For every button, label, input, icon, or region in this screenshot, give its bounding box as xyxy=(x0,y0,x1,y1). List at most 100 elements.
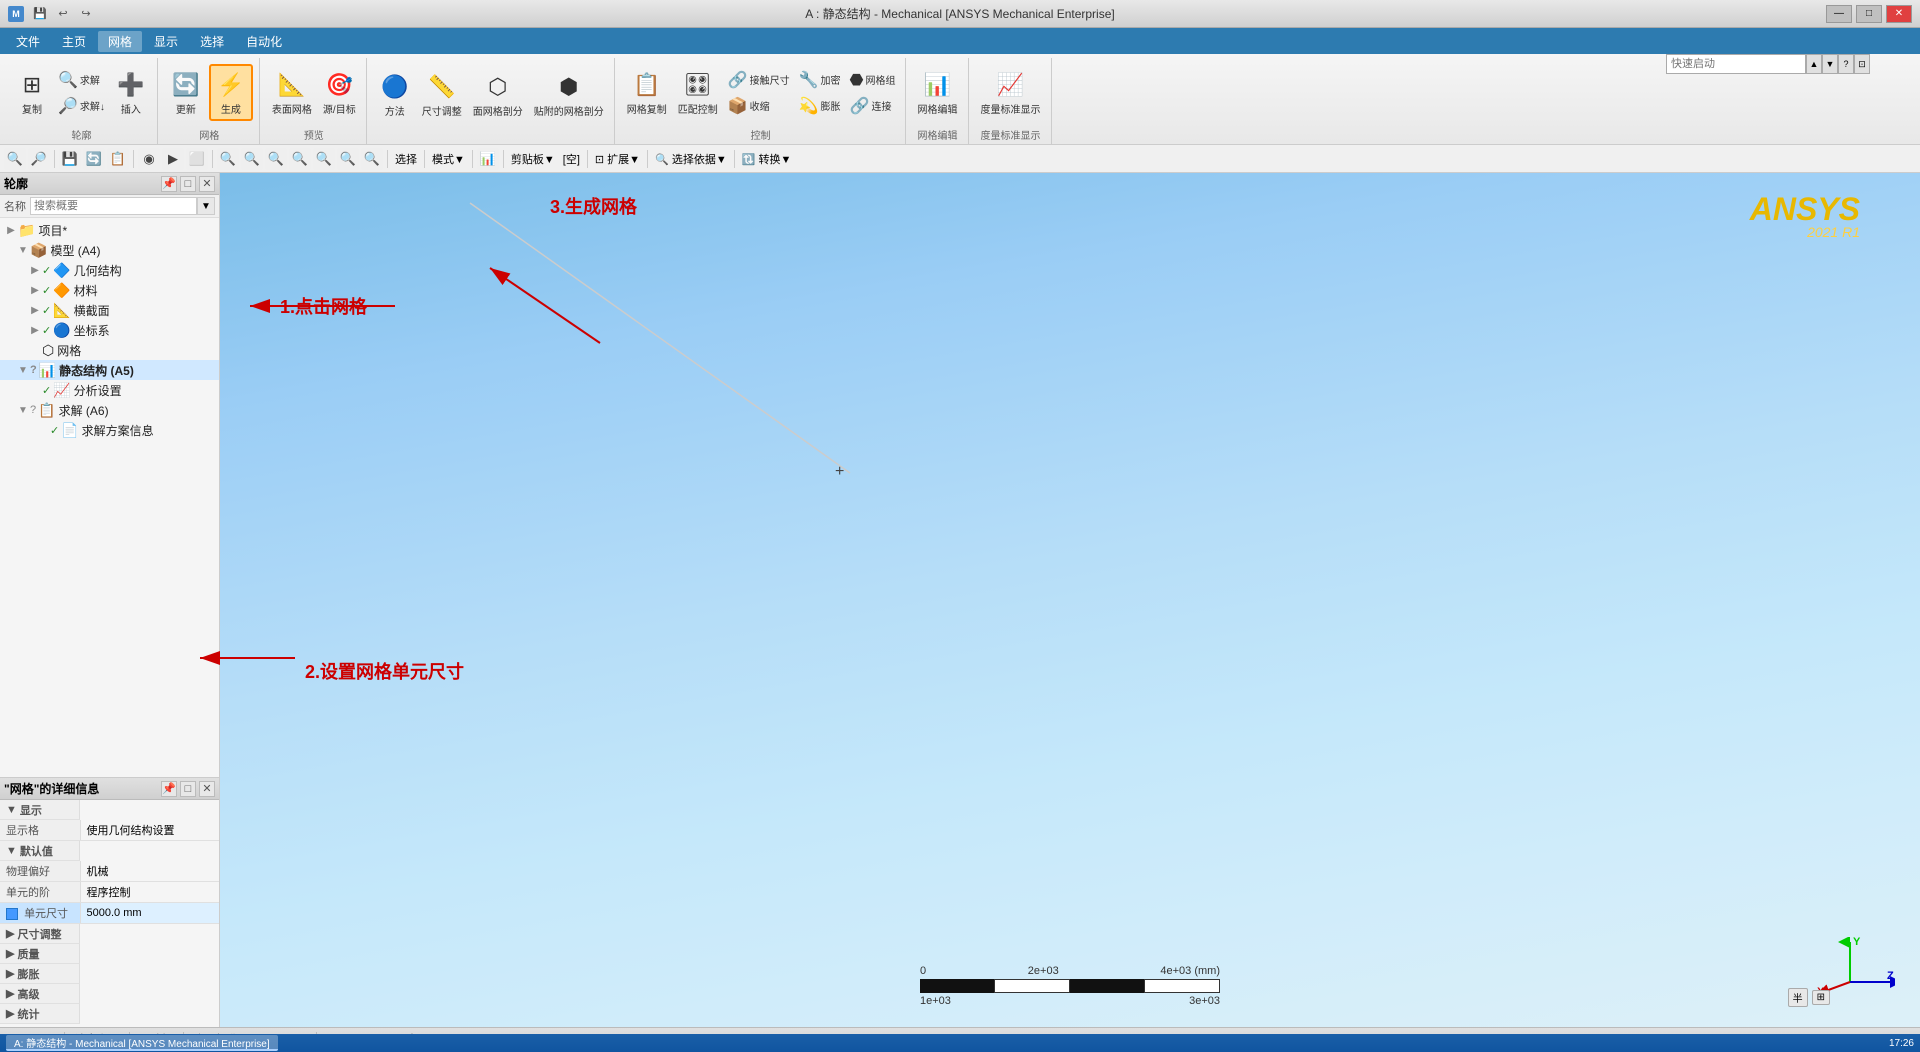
quick-search-up[interactable]: ▲ xyxy=(1806,54,1822,74)
details-minimize-button[interactable]: □ xyxy=(180,781,196,797)
element-size-checkbox[interactable] xyxy=(6,908,18,920)
contact-size-button[interactable]: 🔗 接触尺寸 xyxy=(725,68,793,92)
insert-label: 插入 xyxy=(121,101,141,116)
refresh-button[interactable]: 🔄 xyxy=(83,148,105,170)
connect-button[interactable]: 🔗 连接 xyxy=(847,94,899,118)
section-inflation-expand: ▶ xyxy=(6,967,14,980)
zoom2-button[interactable]: 🔍 xyxy=(241,148,263,170)
section-statistics-header[interactable]: ▶ 统计 xyxy=(0,1004,219,1024)
display-format-value: 使用几何结构设置 xyxy=(80,820,219,841)
menu-select[interactable]: 选择 xyxy=(190,31,234,52)
save-qa-button[interactable]: 💾 xyxy=(30,4,50,24)
copy-button[interactable]: ⊞ 复制 xyxy=(12,66,52,119)
method-button[interactable]: 🔵 方法 xyxy=(375,68,415,121)
tree-node-project[interactable]: ▶ 📁 项目* xyxy=(0,220,219,240)
tree-search-input[interactable] xyxy=(30,197,197,215)
insert-button[interactable]: ➕ 插入 xyxy=(111,66,151,119)
update-button[interactable]: 🔄 更新 xyxy=(166,66,206,119)
menu-home[interactable]: 主页 xyxy=(52,31,96,52)
generate-button[interactable]: ⚡ 生成 xyxy=(209,64,253,121)
tree-node-material[interactable]: ▶ ✓ 🔶 材料 xyxy=(0,280,219,300)
source-target-button[interactable]: 🎯 源/目标 xyxy=(319,66,360,119)
solution-label: 求解 (A6) xyxy=(59,402,109,419)
mesh-edit-button[interactable]: 📊 网格编辑 xyxy=(914,66,962,119)
menu-automation[interactable]: 自动化 xyxy=(236,31,292,52)
zoom5-button[interactable]: 🔍 xyxy=(313,148,335,170)
section-defaults-header[interactable]: ▼ 默认值 xyxy=(0,841,219,862)
refine-button[interactable]: 🔧 加密 xyxy=(796,68,844,92)
menu-file[interactable]: 文件 xyxy=(6,31,50,52)
zoom3-button[interactable]: 🔍 xyxy=(265,148,287,170)
element-size-row[interactable]: 单元尺寸 5000.0 mm xyxy=(0,903,219,924)
nav-expand-button[interactable]: ⊞ xyxy=(1812,990,1830,1005)
face-mesh-button[interactable]: ⬡ 面网格剖分 xyxy=(469,68,527,121)
metrics-button[interactable]: 📈 度量标准显示 xyxy=(977,66,1045,119)
zoom1-button[interactable]: 🔍 xyxy=(217,148,239,170)
details-pin-button[interactable]: 📌 xyxy=(161,781,177,797)
tree-node-analysis[interactable]: ✓ 📈 分析设置 xyxy=(0,380,219,400)
outline-pin-button[interactable]: 📌 xyxy=(161,176,177,192)
section-advanced-header[interactable]: ▶ 高级 xyxy=(0,984,219,1004)
ribbon-group-mesh-edit: 📊 网格编辑 网格编辑 xyxy=(908,58,969,144)
mesh-group-button[interactable]: ⬣ 网格组 xyxy=(847,68,899,92)
mapped-mesh-button[interactable]: ⬢ 贴附的网格剖分 xyxy=(530,68,608,121)
maximize-button[interactable]: □ xyxy=(1856,5,1882,23)
inflation-button[interactable]: 💫 膨胀 xyxy=(796,94,844,118)
clip-button[interactable]: 📋 xyxy=(107,148,129,170)
tree-node-solution-info[interactable]: ✓ 📄 求解方案信息 xyxy=(0,420,219,440)
zoom-button[interactable]: 🔎 xyxy=(28,148,50,170)
solve-button[interactable]: 🔎 求解↓ xyxy=(55,94,108,118)
tree-node-static[interactable]: ▼ ? 📊 静态结构 (A5) xyxy=(0,360,219,380)
surface-mesh-button[interactable]: 📐 表面网格 xyxy=(268,66,316,119)
match-control-button[interactable]: 🎛 匹配控制 xyxy=(674,66,722,119)
ansys-logo-text: ANSYS xyxy=(1750,191,1860,227)
outline-close-button[interactable]: ✕ xyxy=(199,176,215,192)
minimize-button[interactable]: — xyxy=(1826,5,1852,23)
rect-button[interactable]: ⬜ xyxy=(186,148,208,170)
tree-node-mesh[interactable]: ⬡ 网格 xyxy=(0,340,219,360)
help-button[interactable]: ? xyxy=(1838,54,1854,74)
ribbon-group-mesh: 🔄 更新 ⚡ 生成 网格 xyxy=(160,58,260,144)
close-button[interactable]: ✕ xyxy=(1886,5,1912,23)
tree-node-section[interactable]: ▶ ✓ 📐 横截面 xyxy=(0,300,219,320)
quick-search-down[interactable]: ▼ xyxy=(1822,54,1838,74)
section-sizing-header[interactable]: ▶ 尺寸调整 xyxy=(0,924,219,945)
expand-button[interactable]: ⊡ xyxy=(1854,54,1870,74)
zoom4-button[interactable]: 🔍 xyxy=(289,148,311,170)
sizing-button[interactable]: 📏 尺寸调整 xyxy=(418,68,466,121)
tree-node-solution[interactable]: ▼ ? 📋 求解 (A6) xyxy=(0,400,219,420)
zoom6-button[interactable]: 🔍 xyxy=(337,148,359,170)
search-button[interactable]: 🔍 求解 xyxy=(55,68,108,92)
pinch-button[interactable]: 📦 收缩 xyxy=(725,94,793,118)
tree-node-coordinate[interactable]: ▶ ✓ 🔵 坐标系 xyxy=(0,320,219,340)
details-close-button[interactable]: ✕ xyxy=(199,781,215,797)
mesh-group-icon: ⬣ xyxy=(850,70,864,90)
toolbar-sep-2 xyxy=(133,150,134,168)
section-quality-header[interactable]: ▶ 质量 xyxy=(0,944,219,964)
element-size-value[interactable]: 5000.0 mm xyxy=(80,903,219,924)
outline-minimize-button[interactable]: □ xyxy=(180,176,196,192)
zoom-fit-button[interactable]: 🔍 xyxy=(4,148,26,170)
menu-mesh[interactable]: 网格 xyxy=(98,31,142,52)
zoom7-button[interactable]: 🔍 xyxy=(361,148,383,170)
menu-display[interactable]: 显示 xyxy=(144,31,188,52)
circle-button[interactable]: ◉ xyxy=(138,148,160,170)
scale-bar: 0 2e+03 4e+03 (mm) 1e+03 3e+03 xyxy=(920,965,1220,1007)
save-tb-button[interactable]: 💾 xyxy=(59,148,81,170)
tree-node-geometry[interactable]: ▶ ✓ 🔷 几何结构 xyxy=(0,260,219,280)
redo-qa-button[interactable]: ↪ xyxy=(76,4,96,24)
toolbar-sep-6 xyxy=(472,150,473,168)
taskbar-item-mechanical[interactable]: A: 静态结构 - Mechanical [ANSYS Mechanical E… xyxy=(6,1035,278,1051)
section-inflation-header[interactable]: ▶ 膨胀 xyxy=(0,964,219,984)
mesh-copy-button[interactable]: 📋 网格复制 xyxy=(623,66,671,119)
viewport[interactable]: ANSYS 2021 R1 + 3.生成网格 1.点击网格 xyxy=(220,173,1920,1027)
section-display-header[interactable]: ▼ 显示 xyxy=(0,800,219,820)
undo-qa-button[interactable]: ↩ xyxy=(53,4,73,24)
play-button[interactable]: ▶ xyxy=(162,148,184,170)
quick-search-input[interactable] xyxy=(1666,54,1806,74)
tree-search-icon[interactable]: ▼ xyxy=(197,197,215,215)
nav-half-button[interactable]: 半 xyxy=(1788,988,1808,1007)
metrics-label: 度量标准显示 xyxy=(981,101,1041,116)
tree-node-model[interactable]: ▼ 📦 模型 (A4) xyxy=(0,240,219,260)
chart-button[interactable]: 📊 xyxy=(477,148,499,170)
